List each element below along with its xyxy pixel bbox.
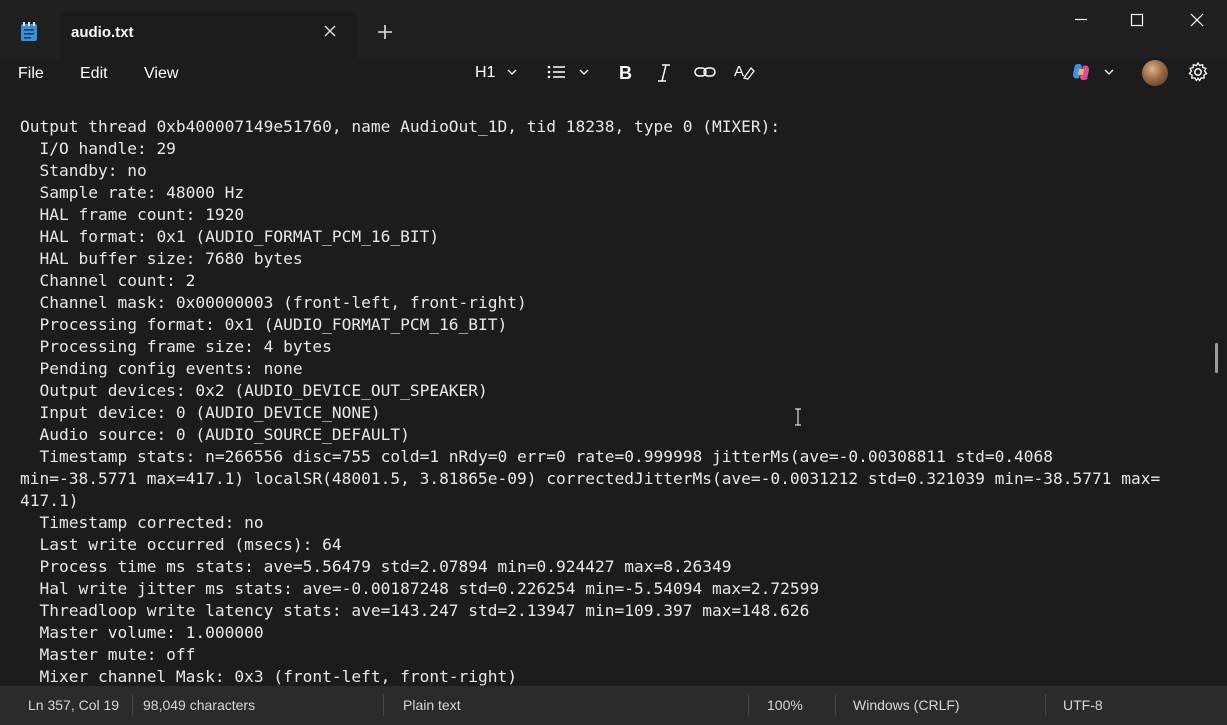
text-line: HAL format: 0x1 (AUDIO_FORMAT_PCM_16_BIT…: [20, 227, 440, 246]
text-line: Output devices: 0x2 (AUDIO_DEVICE_OUT_SP…: [20, 381, 488, 400]
text-line: Process time ms stats: ave=5.56479 std=2…: [20, 557, 732, 576]
list-icon[interactable]: [547, 64, 567, 90]
clear-formatting-icon[interactable]: A: [734, 62, 756, 88]
notepad-icon: [20, 22, 38, 42]
text-line: Processing frame size: 4 bytes: [20, 337, 332, 356]
character-count: 98,049 characters: [143, 697, 256, 713]
cursor-position[interactable]: Ln 357, Col 19: [28, 697, 119, 713]
line-ending[interactable]: Windows (CRLF): [853, 697, 960, 713]
text-format[interactable]: Plain text: [403, 697, 461, 713]
text-line: Last write occurred (msecs): 64: [20, 535, 342, 554]
text-line: Output thread 0xb400007149e51760, name A…: [20, 117, 781, 136]
text-line: I/O handle: 29: [20, 139, 176, 158]
copilot-icon[interactable]: [1070, 61, 1092, 87]
tab-audio-txt[interactable]: audio.txt: [60, 11, 357, 59]
avatar[interactable]: [1142, 60, 1168, 86]
tab-title: audio.txt: [71, 24, 134, 41]
editor-content: Output thread 0xb400007149e51760, name A…: [20, 116, 1200, 686]
text-line: HAL buffer size: 7680 bytes: [20, 249, 303, 268]
text-line: Timestamp stats: n=266556 disc=755 cold=…: [20, 447, 1054, 466]
menu-bar: File Edit View H1 B A: [0, 58, 1227, 96]
new-tab-button[interactable]: [376, 23, 394, 41]
text-line: Master volume: 1.000000: [20, 623, 264, 642]
text-line: Input device: 0 (AUDIO_DEVICE_NONE): [20, 403, 381, 422]
text-line: Threadloop write latency stats: ave=143.…: [20, 601, 810, 620]
link-icon[interactable]: [694, 64, 716, 90]
title-bar: audio.txt: [0, 0, 1227, 59]
status-divider: [835, 694, 836, 716]
status-divider: [383, 694, 384, 716]
heading-dropdown[interactable]: H1: [475, 64, 495, 82]
text-line: Hal write jitter ms stats: ave=-0.001872…: [20, 579, 820, 598]
text-line: min=-38.5771 max=417.1) localSR(48001.5,…: [20, 469, 1161, 488]
menu-view[interactable]: View: [144, 65, 178, 83]
copilot-chevron-down-icon[interactable]: [1103, 66, 1115, 92]
chevron-down-icon[interactable]: [506, 66, 518, 92]
maximize-button[interactable]: [1127, 10, 1147, 30]
status-bar: Ln 357, Col 19 98,049 characters Plain t…: [0, 686, 1227, 725]
text-line: Master mute: off: [20, 645, 196, 664]
text-line: Mixer channel Mask: 0x3 (front-left, fro…: [20, 667, 518, 686]
vertical-scrollbar[interactable]: [1215, 343, 1218, 373]
settings-gear-icon[interactable]: [1187, 61, 1209, 87]
text-line: Timestamp corrected: no: [20, 513, 264, 532]
text-cursor-icon: [793, 408, 803, 426]
text-line: Processing format: 0x1 (AUDIO_FORMAT_PCM…: [20, 315, 508, 334]
text-line: Sample rate: 48000 Hz: [20, 183, 245, 202]
close-tab-icon[interactable]: [322, 23, 338, 39]
italic-icon[interactable]: [656, 63, 672, 89]
text-line: HAL frame count: 1920: [20, 205, 245, 224]
svg-text:B: B: [619, 63, 632, 83]
menu-file[interactable]: File: [18, 65, 44, 83]
text-line: 417.1): [20, 491, 79, 510]
minimize-button[interactable]: [1071, 10, 1091, 30]
text-line: Standby: no: [20, 161, 147, 180]
text-line: Channel mask: 0x00000003 (front-left, fr…: [20, 293, 527, 312]
text-line: Audio source: 0 (AUDIO_SOURCE_DEFAULT): [20, 425, 410, 444]
menu-edit[interactable]: Edit: [80, 65, 108, 83]
list-chevron-down-icon[interactable]: [578, 66, 590, 92]
svg-text:A: A: [734, 63, 744, 80]
close-window-button[interactable]: [1187, 10, 1207, 30]
encoding[interactable]: UTF-8: [1063, 697, 1103, 713]
zoom-level[interactable]: 100%: [767, 697, 803, 713]
status-divider: [132, 694, 133, 716]
bold-icon[interactable]: B: [617, 63, 633, 89]
text-line: Pending config events: none: [20, 359, 303, 378]
status-divider: [748, 694, 749, 716]
text-line: Channel count: 2: [20, 271, 196, 290]
text-editor[interactable]: Output thread 0xb400007149e51760, name A…: [0, 96, 1227, 686]
status-divider: [1045, 694, 1046, 716]
